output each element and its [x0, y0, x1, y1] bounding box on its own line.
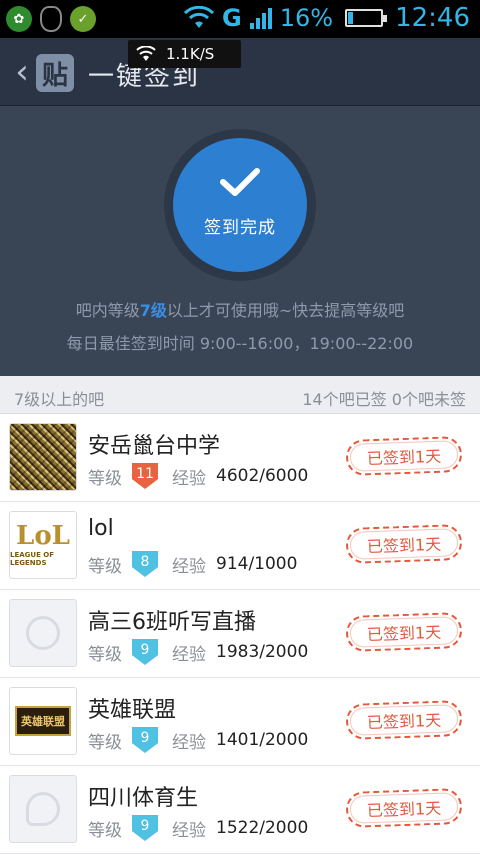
signal-icon [249, 7, 272, 29]
level-badge: 8 [132, 551, 158, 577]
list-item[interactable]: LoL LEAGUE OF LEGENDS lol 等级 8 经验 914/10… [0, 502, 480, 590]
best-time-tip: 每日最佳签到时间 9:00--16:00，19:00--22:00 [66, 334, 414, 353]
basketball-placeholder-icon [26, 616, 60, 650]
sign-summary: 14个吧已签 0个吧未签 [302, 390, 466, 409]
forum-meta: 等级 11 经验 4602/6000 [88, 463, 308, 489]
forum-avatar [9, 599, 77, 667]
check-icon [220, 167, 260, 196]
tip-prefix: 吧内等级 [75, 301, 140, 320]
sign-in-status-label: 签到完成 [204, 217, 276, 238]
battery-icon [345, 9, 388, 27]
forum-list: 安岳巤台中学 等级 11 经验 4602/6000 已签到1天 LoL LEAG… [0, 414, 480, 854]
back-button[interactable]: ‹ [8, 54, 36, 90]
chevron-left-icon: ‹ [15, 52, 29, 92]
exp-value: 1983/2000 [216, 642, 309, 662]
list-item[interactable]: 安岳巤台中学 等级 11 经验 4602/6000 已签到1天 [0, 414, 480, 502]
level-label: 等级 [88, 732, 122, 753]
exp-value: 1522/2000 [216, 818, 309, 838]
signed-stamp: 已签到1天 [345, 787, 463, 829]
hero-logo-text: 英雄联盟 [15, 706, 71, 736]
forum-name: lol [88, 516, 114, 541]
exp-value: 1401/2000 [216, 730, 309, 750]
forum-meta: 等级 8 经验 914/1000 [88, 551, 297, 577]
section-header: 7级以上的吧 14个吧已签 0个吧未签 [0, 376, 480, 414]
clock: 12:46 [395, 3, 470, 33]
exp-label: 经验 [172, 644, 206, 665]
network-type: G [222, 4, 242, 32]
battery-percent: 16% [279, 4, 334, 32]
exp-label: 经验 [172, 556, 206, 577]
level-label: 等级 [88, 468, 122, 489]
exp-label: 经验 [172, 820, 206, 841]
tieba-logo: 贴 [36, 54, 74, 92]
level-label: 等级 [88, 644, 122, 665]
level-label: 等级 [88, 556, 122, 577]
exp-value: 4602/6000 [216, 466, 309, 486]
tip-level: 7级 [139, 301, 167, 320]
wifi-icon [136, 46, 156, 61]
network-speed: 1.1K/S [166, 45, 215, 63]
lol-logo-subtext: LEAGUE OF LEGENDS [10, 551, 55, 567]
notification-icons: ✿ ✓ [6, 6, 96, 32]
level-badge: 11 [132, 463, 158, 489]
forum-name: 高三6班听写直播 [88, 610, 256, 635]
forum-meta: 等级 9 经验 1983/2000 [88, 639, 308, 665]
forum-meta: 等级 9 经验 1522/2000 [88, 815, 308, 841]
list-item[interactable]: 四川体育生 等级 9 经验 1522/2000 已签到1天 [0, 766, 480, 854]
status-bar: ✿ ✓ G 16% 12:46 [0, 0, 480, 38]
signed-stamp: 已签到1天 [345, 435, 463, 477]
forum-name: 英雄联盟 [88, 698, 177, 723]
signed-stamp: 已签到1天 [345, 523, 463, 565]
forum-meta: 等级 9 经验 1401/2000 [88, 727, 308, 753]
signed-stamp: 已签到1天 [345, 611, 463, 653]
list-item[interactable]: 英雄联盟 英雄联盟 等级 9 经验 1401/2000 已签到1天 [0, 678, 480, 766]
qq-icon [40, 6, 62, 32]
lol-logo-text: LoL [16, 521, 70, 551]
signed-stamp: 已签到1天 [345, 699, 463, 741]
forum-avatar: 英雄联盟 [9, 687, 77, 755]
sign-in-button[interactable]: 签到完成 [173, 138, 307, 272]
forum-name: 安岳巤台中学 [88, 434, 221, 459]
chat-placeholder-icon [26, 792, 60, 826]
level-label: 等级 [88, 820, 122, 841]
app-notification-icon: ✿ [6, 6, 32, 32]
forum-name: 四川体育生 [88, 786, 199, 811]
sign-in-panel: 签到完成 吧内等级7级以上才可使用哦~快去提高等级吧 每日最佳签到时间 9:00… [0, 106, 480, 376]
wifi-icon [184, 6, 215, 28]
level-requirement-tip: 吧内等级7级以上才可使用哦~快去提高等级吧 [0, 297, 480, 321]
tip-suffix: 以上才可使用哦~快去提高等级吧 [166, 301, 405, 320]
forum-avatar [9, 423, 77, 491]
system-status: G 16% 12:46 [184, 3, 470, 33]
forum-avatar [9, 775, 77, 843]
level-badge: 9 [132, 639, 158, 665]
section-title: 7级以上的吧 [14, 390, 105, 409]
list-item[interactable]: 高三6班听写直播 等级 9 经验 1983/2000 已签到1天 [0, 590, 480, 678]
exp-label: 经验 [172, 732, 206, 753]
download-notification-icon: ✓ [70, 6, 96, 32]
network-speed-overlay: 1.1K/S [128, 40, 241, 68]
exp-value: 914/1000 [216, 554, 298, 574]
level-badge: 9 [132, 815, 158, 841]
forum-avatar: LoL LEAGUE OF LEGENDS [9, 511, 77, 579]
exp-label: 经验 [172, 468, 206, 489]
level-badge: 9 [132, 727, 158, 753]
